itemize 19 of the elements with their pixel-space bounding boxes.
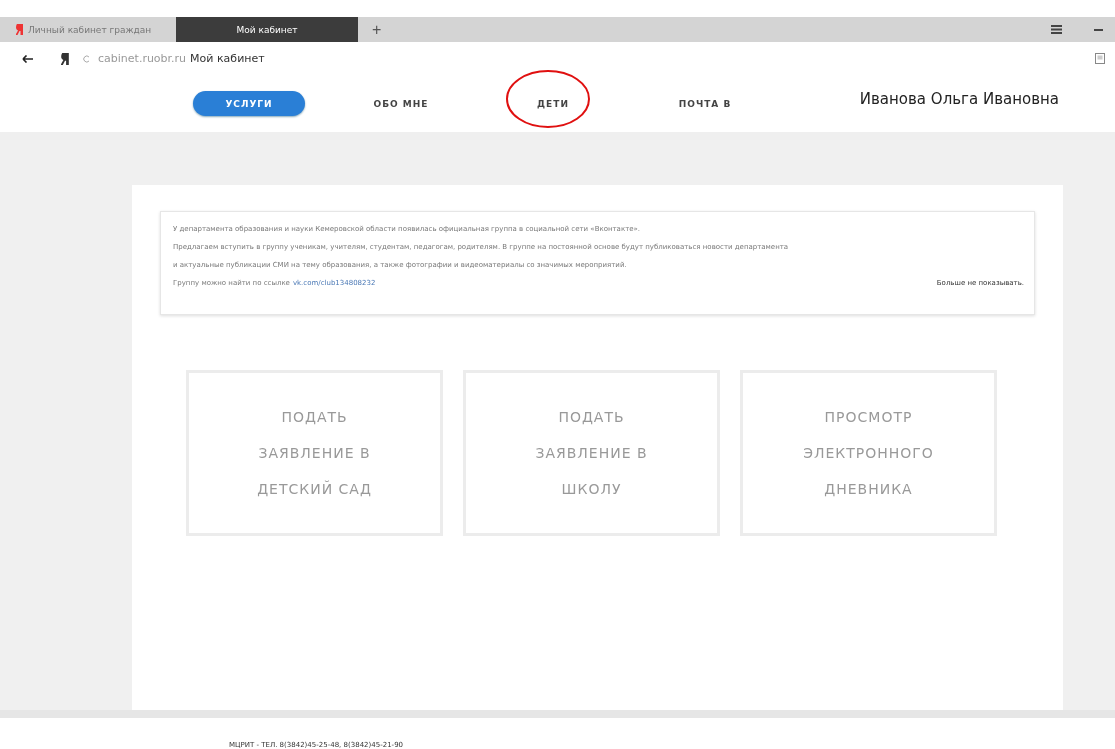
nav-tab[interactable]: УСЛУГИ bbox=[193, 91, 305, 116]
nav-tab[interactable]: ПОЧТА В bbox=[649, 91, 761, 116]
bookmark-icon[interactable] bbox=[1095, 53, 1105, 64]
menu-icon[interactable] bbox=[1051, 25, 1062, 34]
page-title: Мой кабинет bbox=[190, 52, 265, 65]
browser-tab[interactable]: Мой кабинет bbox=[176, 17, 358, 42]
service-tile[interactable]: ПОДАТЬ ЗАЯВЛЕНИЕ В ДЕТСКИЙ САД bbox=[186, 370, 443, 536]
service-tile[interactable]: ПРОСМОТР ЭЛЕКТРОННОГО ДНЕВНИКА bbox=[740, 370, 997, 536]
address-url[interactable]: cabinet.ruobr.ru bbox=[98, 52, 187, 65]
logo-icon bbox=[16, 24, 23, 35]
nav-tab[interactable]: ДЕТИ bbox=[497, 91, 609, 116]
logo-icon[interactable] bbox=[61, 52, 69, 65]
browser-tab[interactable]: Личный кабинет граждан bbox=[6, 17, 166, 42]
service-tile[interactable]: ПОДАТЬ ЗАЯВЛЕНИЕ В ШКОЛУ bbox=[463, 370, 720, 536]
back-icon[interactable] bbox=[22, 54, 33, 63]
minimize-icon[interactable] bbox=[1094, 28, 1103, 31]
nav-tab[interactable]: ОБО МНЕ bbox=[345, 91, 457, 116]
new-tab-button[interactable]: + bbox=[368, 20, 386, 39]
user-name[interactable]: Иванова Ольга Ивановна bbox=[859, 89, 1059, 108]
